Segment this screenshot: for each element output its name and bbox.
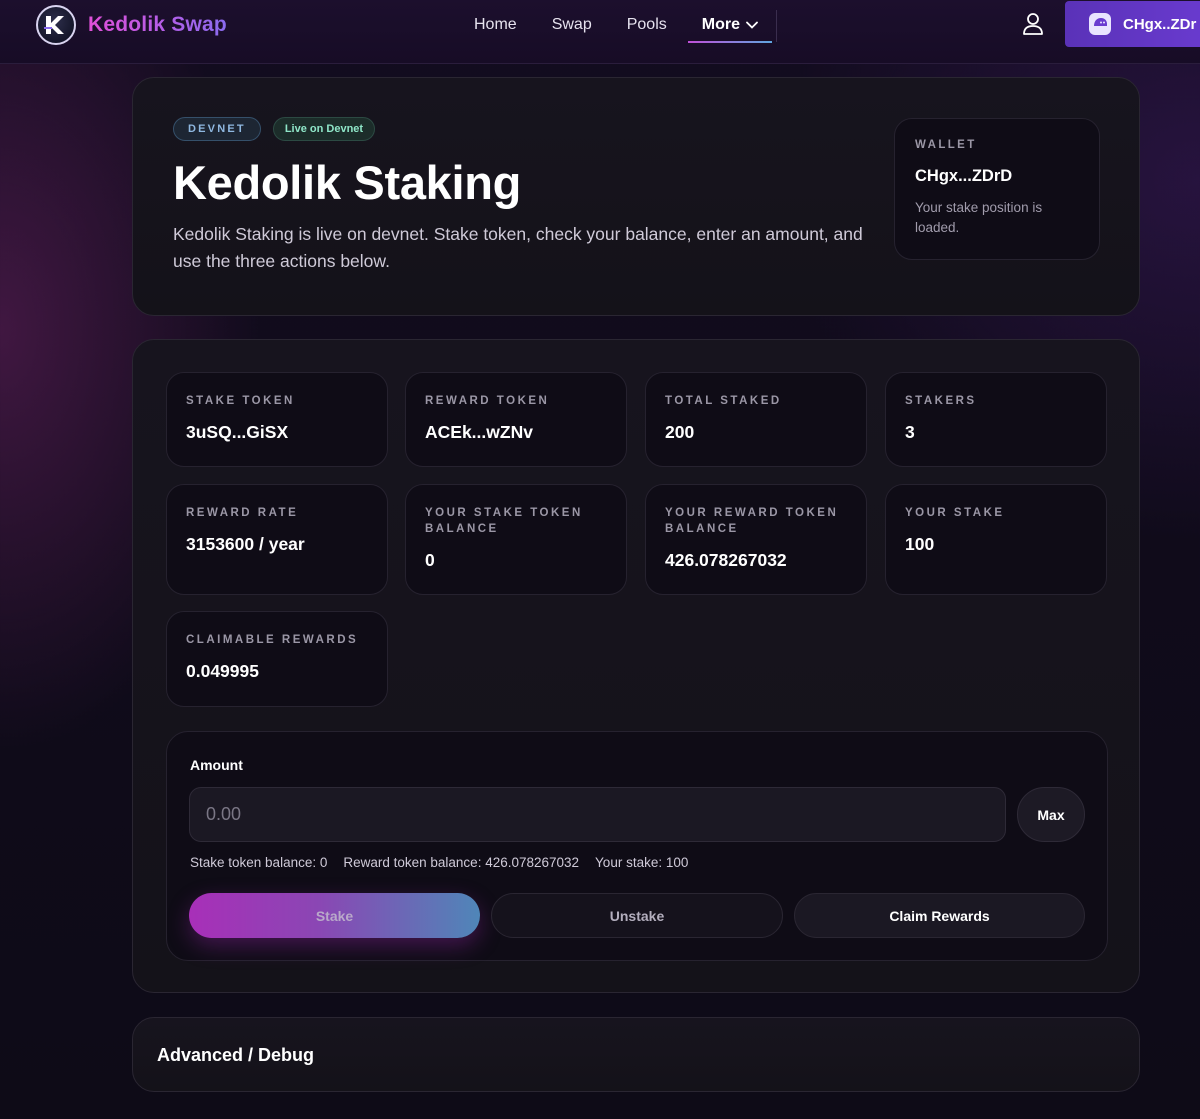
- max-button[interactable]: Max: [1017, 787, 1085, 842]
- stat-value: 100: [905, 534, 935, 554]
- amount-label: Amount: [190, 757, 243, 773]
- nav-home[interactable]: Home: [474, 14, 517, 36]
- brand-name: Kedolik Swap: [88, 13, 227, 36]
- your-stake-text: Your stake: 100: [595, 855, 689, 870]
- stat-label: STAKERS: [905, 395, 977, 407]
- stat-value: 200: [665, 422, 695, 442]
- stat-stake-token: STAKE TOKEN 3uSQ...GiSX: [166, 372, 388, 467]
- stat-stakers: STAKERS 3: [885, 372, 1107, 467]
- stat-value: 3153600 / year: [186, 534, 305, 554]
- kedolik-logo-icon: [36, 5, 76, 45]
- stat-value: 426.078267032: [665, 550, 787, 570]
- amount-input[interactable]: [189, 787, 1006, 842]
- stat-label: STAKE TOKEN: [186, 395, 295, 407]
- stake-action-panel: Amount Max Stake token balance: 0 Reward…: [166, 731, 1108, 961]
- stat-label: REWARD RATE: [186, 507, 299, 519]
- wallet-card-address: CHgx...ZDrD: [915, 167, 1013, 185]
- staking-card: STAKE TOKEN 3uSQ...GiSX REWARD TOKEN ACE…: [132, 339, 1140, 993]
- wallet-connect-button[interactable]: CHgx..ZDr: [1065, 1, 1200, 47]
- stat-claimable-rewards: CLAIMABLE REWARDS 0.049995: [166, 611, 388, 707]
- stat-your-reward-token-balance: YOUR REWARD TOKEN BALANCE 426.078267032: [645, 484, 867, 595]
- phantom-wallet-icon: [1089, 13, 1111, 35]
- reward-balance-text: Reward token balance: 426.078267032: [343, 855, 580, 870]
- main-nav: Home Swap Pools More: [474, 14, 793, 43]
- nav-divider: [776, 10, 777, 42]
- claim-rewards-button[interactable]: Claim Rewards: [794, 893, 1085, 938]
- stat-value: 3: [905, 422, 915, 442]
- advanced-debug-section[interactable]: Advanced / Debug: [132, 1017, 1140, 1092]
- chevron-down-icon: [746, 21, 758, 29]
- top-nav: Kedolik Swap Home Swap Pools More CHgx..…: [0, 0, 1200, 64]
- stat-value: 0.049995: [186, 661, 259, 681]
- stat-value: 0: [425, 550, 435, 570]
- wallet-card-label: WALLET: [915, 139, 977, 151]
- stat-label: CLAIMABLE REWARDS: [186, 634, 359, 646]
- page-title: Kedolik Staking: [173, 156, 522, 209]
- stat-total-staked: TOTAL STAKED 200: [645, 372, 867, 467]
- balance-summary: Stake token balance: 0 Reward token bala…: [190, 855, 688, 870]
- unstake-button[interactable]: Unstake: [491, 893, 783, 938]
- stat-reward-token: REWARD TOKEN ACEk...wZNv: [405, 372, 627, 467]
- network-badge: DEVNET: [173, 117, 261, 141]
- stat-label: YOUR REWARD TOKEN BALANCE: [665, 507, 839, 535]
- advanced-debug-title: Advanced / Debug: [157, 1045, 315, 1065]
- wallet-card: WALLET CHgx...ZDrD Your stake position i…: [894, 118, 1100, 260]
- stat-your-stake-token-balance: YOUR STAKE TOKEN BALANCE 0: [405, 484, 627, 595]
- hero-badges: DEVNET Live on Devnet: [173, 117, 376, 141]
- stake-button[interactable]: Stake: [189, 893, 480, 938]
- nav-pools[interactable]: Pools: [627, 14, 667, 36]
- stat-label: YOUR STAKE TOKEN BALANCE: [425, 507, 583, 535]
- user-icon[interactable]: [1022, 12, 1044, 36]
- nav-more[interactable]: More: [687, 14, 773, 43]
- nav-swap[interactable]: Swap: [552, 14, 592, 36]
- hero-card: DEVNET Live on Devnet Kedolik Staking Ke…: [132, 77, 1140, 316]
- wallet-card-note: Your stake position is loaded.: [915, 200, 1043, 235]
- stat-your-stake: YOUR STAKE 100: [885, 484, 1107, 595]
- status-badge: Live on Devnet: [272, 117, 376, 141]
- stat-value: ACEk...wZNv: [425, 422, 533, 442]
- stat-value: 3uSQ...GiSX: [186, 422, 289, 442]
- brand[interactable]: Kedolik Swap: [36, 5, 227, 45]
- stat-label: REWARD TOKEN: [425, 395, 550, 407]
- stake-balance-text: Stake token balance: 0: [190, 855, 328, 870]
- stat-label: YOUR STAKE: [905, 507, 1005, 519]
- stat-label: TOTAL STAKED: [665, 395, 782, 407]
- page-description: Kedolik Staking is live on devnet. Stake…: [173, 224, 863, 271]
- wallet-address-label: CHgx..ZDr: [1123, 15, 1197, 33]
- stat-reward-rate: REWARD RATE 3153600 / year: [166, 484, 388, 595]
- nav-more-label: More: [701, 16, 740, 33]
